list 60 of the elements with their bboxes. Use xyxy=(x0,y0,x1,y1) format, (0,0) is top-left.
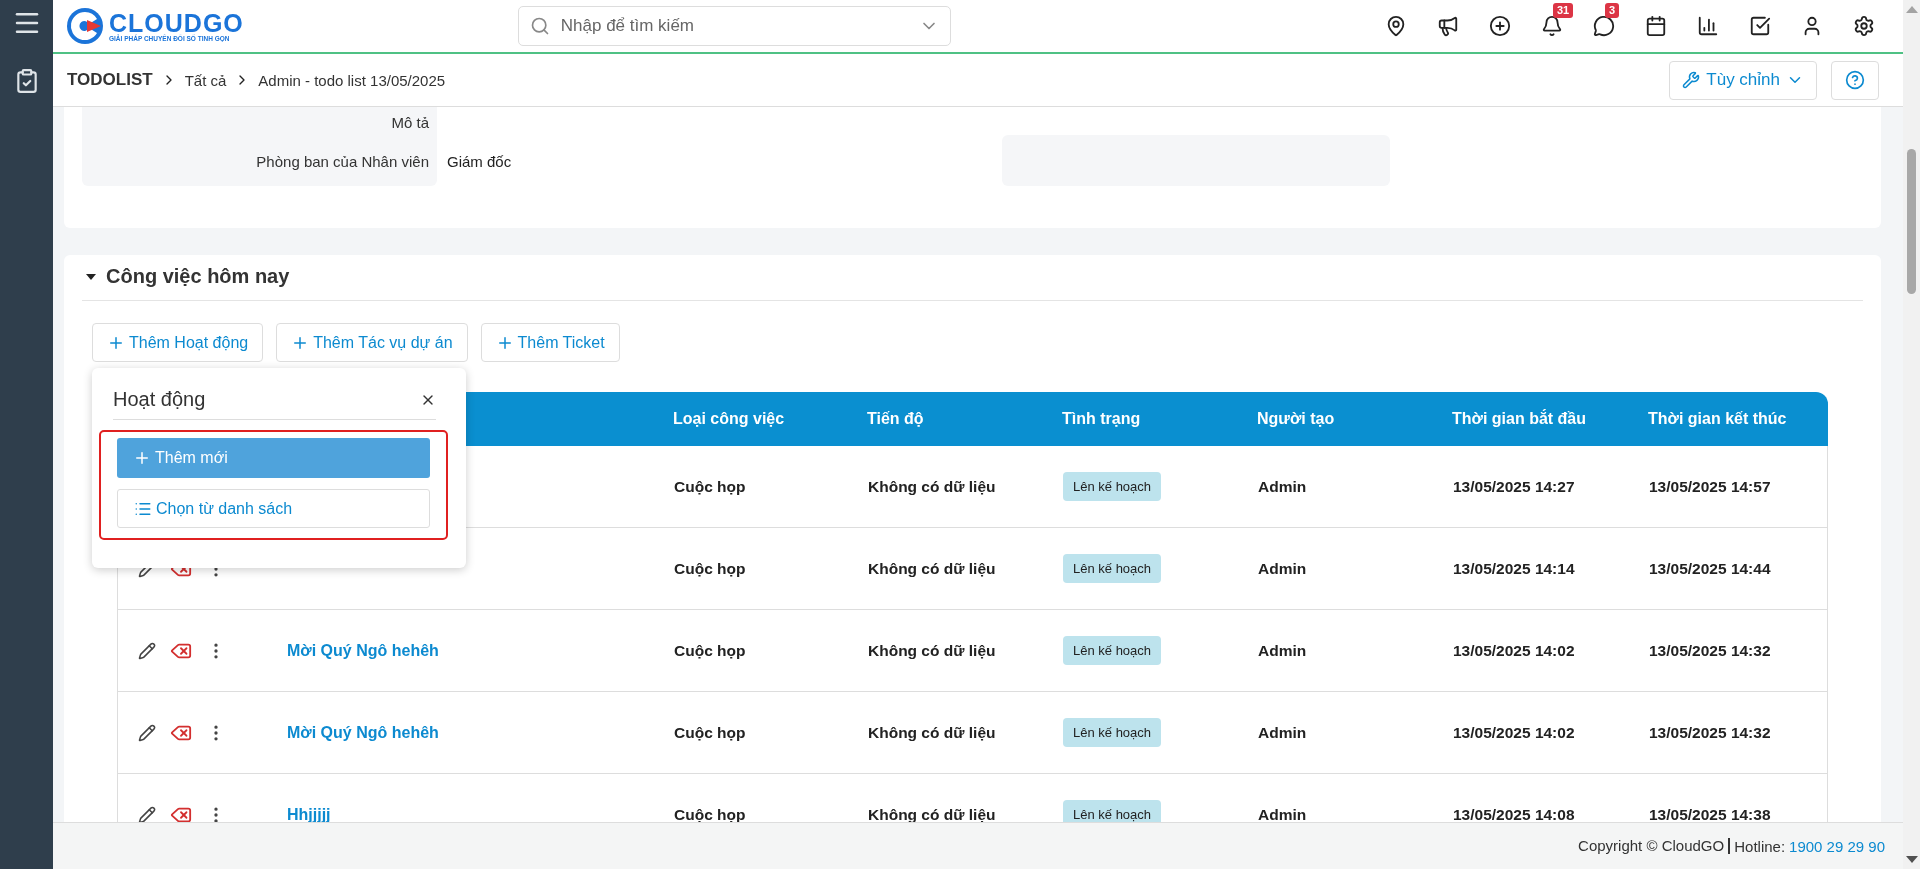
choose-from-list-button[interactable]: Chọn từ danh sách xyxy=(117,489,430,528)
add-button[interactable]: Thêm Ticket xyxy=(480,323,620,362)
task-link[interactable]: Mời Quý Ngô hehêh xyxy=(278,723,674,742)
table-cell-text: 13/05/2025 14:38 xyxy=(1649,805,1772,822)
logo-name: CLOUDGO xyxy=(109,10,244,35)
count-badge: 3 xyxy=(1605,3,1620,18)
table-cell-text: Cuộc họp xyxy=(674,477,747,496)
table-cell-text: 13/05/2025 14:27 xyxy=(1453,477,1576,496)
column-header: Loại công việc xyxy=(673,410,786,428)
status-badge: Lên kế hoạch xyxy=(1063,718,1162,747)
table-cell-text: 13/05/2025 14:02 xyxy=(1453,723,1576,742)
table-cell-text: Admin xyxy=(1258,477,1308,496)
table-cell-text: Admin xyxy=(1258,805,1308,822)
table-cell-text: Cuộc họp xyxy=(674,805,747,822)
column-header: Thời gian bắt đầu xyxy=(1452,410,1588,428)
field-label: Phòng ban của Nhân viên xyxy=(255,153,430,170)
status-badge: Lên kế hoạch xyxy=(1063,800,1162,822)
table-cell-text: Admin xyxy=(1258,723,1308,742)
table-cell-text: 13/05/2025 14:14 xyxy=(1453,559,1576,578)
status-badge: Lên kế hoạch xyxy=(1063,472,1162,501)
table-cell-text: 13/05/2025 14:44 xyxy=(1649,559,1772,578)
table-cell-text: Cuộc họp xyxy=(674,723,747,742)
column-header: Thời gian kết thúc xyxy=(1648,410,1788,428)
column-header: Tiến độ xyxy=(867,410,925,428)
hotline-label: Hotline: xyxy=(1734,837,1786,855)
table-cell-text: 13/05/2025 14:32 xyxy=(1649,723,1772,742)
table-cell-text: 13/05/2025 14:32 xyxy=(1649,641,1772,660)
status-badge: Lên kế hoạch xyxy=(1063,636,1162,665)
field-value: Giám đốc xyxy=(447,153,513,170)
table-cell-text: Không có dữ liệu xyxy=(868,805,997,822)
add-button[interactable]: Thêm Tác vụ dự án xyxy=(276,323,468,362)
phone-link[interactable]: 1900 29 29 90 xyxy=(1789,837,1885,855)
task-link[interactable]: Hhjjjjj xyxy=(278,805,674,822)
table-cell-text: 13/05/2025 14:57 xyxy=(1649,477,1772,496)
table-cell-text: Không có dữ liệu xyxy=(868,559,997,578)
breadcrumb-item[interactable]: TODOLIST xyxy=(67,70,153,90)
count-badge: 31 xyxy=(1553,3,1574,18)
add-new-button[interactable]: Thêm mới xyxy=(117,438,430,478)
section-title: Công việc hôm nay xyxy=(106,265,290,288)
table-cell-text: Cuộc họp xyxy=(674,559,747,578)
column-header: Người tạo xyxy=(1257,410,1336,428)
task-link[interactable]: Mời Quý Ngô hehêh xyxy=(278,641,674,660)
status-badge: Lên kế hoạch xyxy=(1063,554,1162,583)
table-cell-text: 13/05/2025 14:02 xyxy=(1453,641,1576,660)
table-cell-text: Cuộc họp xyxy=(674,641,747,660)
add-button[interactable]: Thêm Hoạt động xyxy=(92,323,264,362)
search-field[interactable]: Nhập để tìm kiếm xyxy=(517,6,951,46)
table-cell-text: 13/05/2025 14:08 xyxy=(1453,805,1576,822)
column-header: Tình trạng xyxy=(1062,410,1142,428)
table-cell-text: Admin xyxy=(1258,559,1308,578)
table-cell-text: Không có dữ liệu xyxy=(868,477,997,496)
popup-title: Hoạt động xyxy=(113,388,206,411)
copyright-text: Copyright © CloudGO xyxy=(1578,838,1731,854)
breadcrumb-item[interactable]: Tất cả xyxy=(184,71,227,89)
table-cell-text: Không có dữ liệu xyxy=(868,723,997,742)
customize-button[interactable]: Tùy chỉnh xyxy=(1669,60,1817,100)
field-label: Mô tả xyxy=(390,113,430,131)
breadcrumb-item[interactable]: Admin - todo list 13/05/2025 xyxy=(258,71,446,89)
table-cell-text: Admin xyxy=(1258,641,1308,660)
table-cell-text: Không có dữ liệu xyxy=(868,641,997,660)
